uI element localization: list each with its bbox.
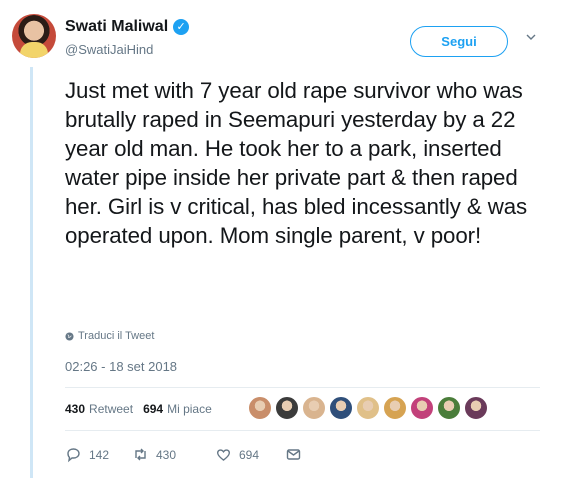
- like-count[interactable]: 694: [143, 402, 163, 416]
- liker-avatars[interactable]: [248, 396, 488, 420]
- retweet-button[interactable]: 430: [132, 446, 212, 463]
- retweet-action-count: 430: [156, 447, 177, 462]
- avatar-5[interactable]: [356, 396, 380, 420]
- author-name[interactable]: Swati Maliwal: [65, 18, 168, 36]
- author-avatar[interactable]: [12, 14, 56, 58]
- avatar-7[interactable]: [410, 396, 434, 420]
- avatar-4[interactable]: [329, 396, 353, 420]
- avatar-2[interactable]: [275, 396, 299, 420]
- like-button[interactable]: 694: [215, 446, 285, 463]
- follow-button[interactable]: Segui: [410, 26, 508, 57]
- avatar-3[interactable]: [302, 396, 326, 420]
- avatar-8[interactable]: [437, 396, 461, 420]
- tweet-text: Just met with 7 year old rape survivor w…: [65, 78, 528, 248]
- author-handle[interactable]: @SwatiJaiHind: [65, 42, 153, 57]
- retweet-stat-label[interactable]: Retweet: [89, 402, 133, 416]
- reply-count: 142: [89, 447, 110, 462]
- reply-icon: [67, 448, 80, 463]
- heart-icon: [216, 449, 231, 461]
- divider: [65, 430, 540, 431]
- retweet-count[interactable]: 430: [65, 402, 85, 416]
- avatar-1[interactable]: [248, 396, 272, 420]
- avatar-6[interactable]: [383, 396, 407, 420]
- action-bar: 142 430 694: [65, 446, 302, 463]
- translate-tweet-link[interactable]: Traduci il Tweet: [65, 330, 154, 342]
- author-name-row: Swati Maliwal ✓: [65, 18, 190, 36]
- chevron-down-icon[interactable]: [526, 32, 536, 42]
- globe-icon: [65, 331, 74, 341]
- reply-button[interactable]: 142: [65, 446, 125, 463]
- verified-badge-icon: ✓: [173, 19, 190, 35]
- thread-connector-line: [30, 67, 33, 478]
- tweet-stats: 430 Retweet 694 Mi piace: [65, 402, 212, 416]
- like-stat-label[interactable]: Mi piace: [167, 402, 212, 416]
- translate-label[interactable]: Traduci il Tweet: [78, 330, 154, 342]
- direct-message-button[interactable]: [285, 446, 302, 463]
- retweet-icon: [135, 448, 146, 461]
- divider: [65, 387, 540, 388]
- avatar-9[interactable]: [464, 396, 488, 420]
- like-action-count: 694: [239, 447, 260, 462]
- tweet-timestamp[interactable]: 02:26 - 18 set 2018: [65, 359, 177, 374]
- envelope-icon: [286, 449, 301, 460]
